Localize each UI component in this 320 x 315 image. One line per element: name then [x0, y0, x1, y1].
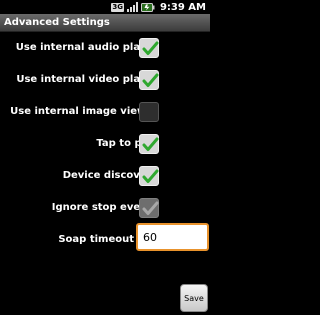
- tap-to-play-checkbox[interactable]: [139, 134, 159, 154]
- check-icon: [142, 41, 159, 55]
- clock: 9:39 AM: [159, 1, 206, 13]
- ignore-stop-events-checkbox[interactable]: [139, 198, 159, 218]
- network-type-icon: 3G: [111, 2, 124, 12]
- check-icon: [142, 201, 159, 215]
- battery-icon: [140, 2, 155, 12]
- device-discovery-checkbox[interactable]: [139, 166, 159, 186]
- save-button[interactable]: Save: [180, 284, 208, 312]
- setting-row-tap-to-play: Tap to play: [0, 128, 210, 160]
- setting-row-ignore-stop-events: Ignore stop events: [0, 192, 210, 224]
- internal-video-player-checkbox[interactable]: [139, 70, 159, 90]
- check-icon: [142, 73, 159, 87]
- soap-timeout-input[interactable]: [136, 223, 209, 251]
- setting-row-internal-video-player: Use internal video player: [0, 64, 210, 96]
- setting-row-internal-audio-player: Use internal audio player: [0, 32, 210, 64]
- status-bar: 3G 9:39 AM: [0, 0, 210, 14]
- internal-audio-player-checkbox[interactable]: [139, 38, 159, 58]
- check-icon: [142, 169, 159, 183]
- setting-label: Use internal audio player: [15, 42, 158, 53]
- internal-image-viewer-checkbox[interactable]: [139, 102, 159, 122]
- signal-strength-icon: [126, 2, 138, 12]
- setting-row-internal-image-viewer: Use internal image viewer: [0, 96, 210, 128]
- check-icon: [142, 137, 159, 151]
- setting-label: Use internal image viewer: [10, 106, 158, 117]
- soap-timeout-label: Soap timeout: [58, 234, 134, 245]
- setting-label: Use internal video player: [16, 74, 158, 85]
- page-title: Advanced Settings: [0, 14, 210, 32]
- setting-row-device-discovery: Device discovery: [0, 160, 210, 192]
